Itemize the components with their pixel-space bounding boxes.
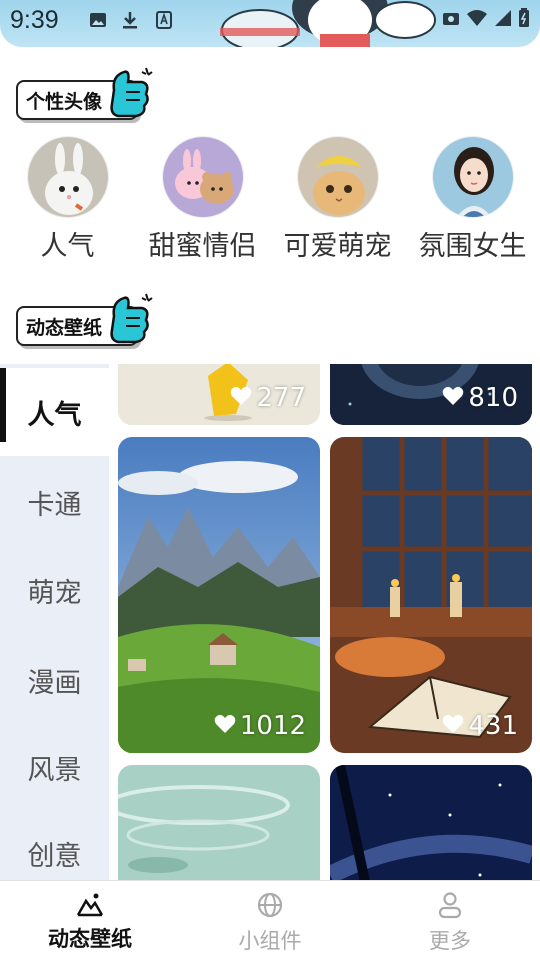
avatar-category-couple[interactable]: 甜蜜情侣: [135, 136, 270, 263]
wifi-icon: [466, 9, 488, 31]
app-screen: 9:39 个性头像 人气 甜蜜情侣 可爱萌宠 氛围女生 动态壁纸 人气 卡通 萌…: [0, 0, 540, 960]
avatar-category-label: 人气: [40, 231, 95, 262]
category-tab-comics[interactable]: 漫画: [0, 636, 109, 724]
like-count: 277: [230, 383, 306, 413]
cat-avatar: [296, 136, 379, 218]
heart-icon: [214, 711, 236, 741]
avatar-category-popular[interactable]: 人气: [0, 136, 135, 263]
category-tab-cartoon[interactable]: 卡通: [0, 458, 109, 546]
wallpaper-section-title: 动态壁纸: [26, 316, 103, 339]
like-count-value: 431: [468, 711, 518, 741]
category-tab-label: 创意: [27, 840, 82, 872]
category-sidebar: 人气 卡通 萌宠 漫画 风景 创意: [0, 364, 109, 880]
signal-icon: [494, 9, 512, 31]
wallpaper-card[interactable]: 431: [330, 437, 532, 753]
status-bar: 9:39: [0, 0, 540, 47]
penguin-wallpaper-art: [220, 0, 436, 47]
wallpaper-thumbnail: [118, 765, 320, 880]
bottom-navigation: 动态壁纸 小组件 更多: [0, 880, 540, 960]
girl-avatar: [431, 136, 514, 218]
avatar-category-label: 可爱萌宠: [283, 231, 392, 262]
globe-icon: [256, 891, 284, 923]
wallpaper-thumbnail: [330, 765, 532, 880]
download-icon: [120, 10, 140, 30]
nav-more[interactable]: 更多: [360, 881, 540, 960]
couple-cartoon-avatar: [161, 136, 244, 218]
wallpaper-card[interactable]: 810: [330, 364, 532, 425]
category-tab-label: 风景: [27, 754, 82, 786]
avatar-category-label: 甜蜜情侣: [148, 231, 257, 262]
heart-icon: [442, 383, 464, 413]
heart-icon: [442, 711, 464, 741]
like-count-value: 810: [468, 383, 518, 413]
wallpaper-grid: 277 810 1012 431: [109, 364, 540, 880]
avatar-category-girls[interactable]: 氛围女生: [405, 136, 540, 263]
avatar-section-header: 个性头像: [16, 67, 153, 120]
like-count-value: 277: [256, 383, 306, 413]
avatar-category-label: 氛围女生: [418, 231, 527, 262]
category-tab-label: 漫画: [27, 667, 82, 699]
bunny-avatar: [26, 136, 109, 218]
image-icon: [88, 10, 108, 30]
avatar-section-title: 个性头像: [26, 90, 103, 113]
thumbs-up-icon: [110, 67, 153, 118]
nav-widgets[interactable]: 小组件: [180, 881, 360, 960]
wallpaper-section-badge: 动态壁纸: [16, 293, 153, 346]
nav-label: 更多: [429, 929, 471, 953]
wallpaper-card[interactable]: 277: [118, 364, 320, 425]
thumbs-up-icon: [110, 293, 153, 344]
wallpaper-thumbnail: [330, 437, 532, 753]
wallpaper-thumbnail: [118, 437, 320, 753]
category-tab-label: 萌宠: [27, 577, 82, 609]
category-tab-scenery[interactable]: 风景: [0, 723, 109, 811]
mountain-icon: [76, 891, 104, 921]
avatar-category-row: 人气 甜蜜情侣 可爱萌宠 氛围女生: [0, 136, 540, 266]
like-count: 431: [442, 711, 518, 741]
category-tab-pets[interactable]: 萌宠: [0, 546, 109, 634]
a-box-icon: [154, 10, 174, 30]
like-count: 810: [442, 383, 518, 413]
battery-icon: [518, 8, 530, 32]
wallpaper-card[interactable]: [330, 765, 532, 880]
wallpaper-section-header: 动态壁纸: [16, 293, 153, 346]
category-tab-popular[interactable]: 人气: [0, 368, 109, 456]
user-icon: [438, 891, 462, 923]
like-count-value: 1012: [239, 711, 306, 741]
wallpaper-card[interactable]: [118, 765, 320, 880]
camera-icon: [442, 10, 460, 30]
nav-live-wallpaper[interactable]: 动态壁纸: [0, 881, 180, 960]
nav-label: 动态壁纸: [48, 927, 132, 951]
category-tab-label: 人气: [27, 399, 82, 431]
category-tab-label: 卡通: [27, 489, 82, 521]
status-time: 9:39: [10, 6, 59, 34]
like-count: 1012: [214, 711, 306, 741]
avatar-category-pets[interactable]: 可爱萌宠: [270, 136, 405, 263]
avatar-section-badge: 个性头像: [16, 67, 153, 120]
wallpaper-card[interactable]: 1012: [118, 437, 320, 753]
heart-icon: [230, 383, 252, 413]
nav-label: 小组件: [238, 929, 302, 953]
